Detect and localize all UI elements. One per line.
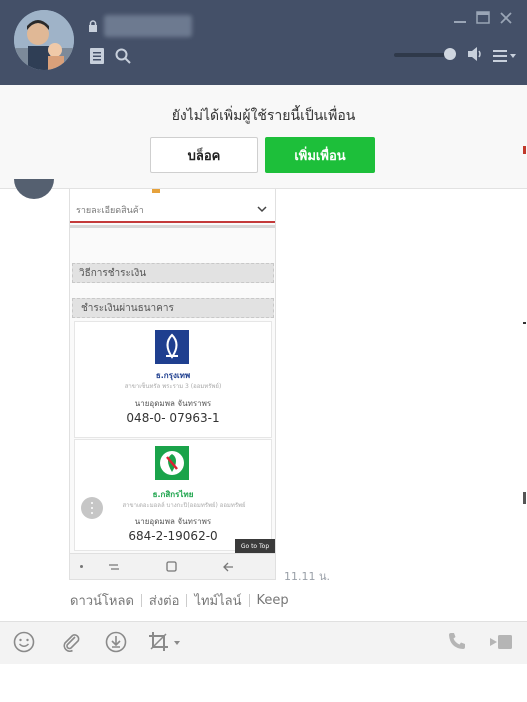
emoji-icon[interactable] xyxy=(13,631,35,657)
message-timestamp: 11.11 น. xyxy=(284,570,331,583)
bank-transfer-header: ชำระเงินผ่านธนาคาร xyxy=(72,298,274,318)
attachment-icon[interactable] xyxy=(60,631,82,657)
bank1-holder: นายอุดมพล จันทราพร xyxy=(134,399,212,408)
divider xyxy=(140,594,142,607)
sender-avatar[interactable] xyxy=(14,179,54,199)
search-icon[interactable] xyxy=(115,48,131,68)
speaker-icon[interactable] xyxy=(467,46,483,65)
image-message[interactable]: รายละเอียดสินค้า วิธีการชำระเงิน ชำระเงิ… xyxy=(69,189,276,580)
chat-header xyxy=(0,0,527,85)
divider xyxy=(70,225,275,228)
voice-call-icon[interactable] xyxy=(447,631,467,655)
bank-transfer-label: ชำระเงินผ่านธนาคาร xyxy=(81,303,174,314)
lock-icon xyxy=(88,17,98,36)
minimize-icon[interactable] xyxy=(453,10,467,24)
message-toolbar xyxy=(0,621,527,665)
bangkok-bank-card: ธ.กรุงเทพ สาขาเซ็นทรัล พระราม 3 (ออมทรัพ… xyxy=(74,321,272,438)
product-details-dropdown: รายละเอียดสินค้า xyxy=(70,199,275,223)
screenshot-crop-icon[interactable] xyxy=(148,631,182,657)
bank1-account: 048-0- 07963-1 xyxy=(126,411,220,425)
bank2-branch: สาขาเดอะมอลล์ บางกะปิ(ออมทรัพย์) ออมทรัพ… xyxy=(122,502,246,509)
bank2-holder: นายอุดมพล จันทราพร xyxy=(134,517,212,526)
contact-name xyxy=(104,15,192,37)
keep-link[interactable]: Keep xyxy=(257,593,289,608)
maximize-icon[interactable] xyxy=(476,10,490,24)
more-options-icon xyxy=(81,497,103,519)
photo-top-strip xyxy=(70,189,275,199)
chat-area: รายละเอียดสินค้า วิธีการชำระเงิน ชำระเงิ… xyxy=(0,179,527,621)
edge-artifact xyxy=(523,146,526,154)
bank1-branch: สาขาเซ็นทรัล พระราม 3 (ออมทรัพย์) xyxy=(124,383,222,390)
notes-icon[interactable] xyxy=(90,48,104,68)
video-call-icon[interactable] xyxy=(490,633,514,655)
menu-icon[interactable] xyxy=(493,47,517,66)
avatar-photo xyxy=(14,10,74,70)
phone-nav-bar xyxy=(70,553,275,579)
bangkok-bank-logo-icon xyxy=(155,330,189,364)
kasikorn-bank-logo-icon xyxy=(155,446,189,480)
home-icon xyxy=(166,561,177,572)
contact-avatar[interactable] xyxy=(14,10,74,70)
divider xyxy=(248,594,250,607)
chevron-down-icon xyxy=(257,206,267,213)
kasikorn-bank-card: ธ.กสิกรไทย สาขาเดอะมอลล์ บางกะปิ(ออมทรัพ… xyxy=(74,439,272,551)
banner-message: ยังไม่ได้เพิ่มผู้ใช้รายนี้เป็นเพื่อน xyxy=(171,108,356,124)
back-icon xyxy=(223,562,233,572)
block-button[interactable]: บล็อค xyxy=(150,137,258,173)
volume-slider-handle[interactable] xyxy=(444,48,456,60)
edge-artifact xyxy=(523,322,526,324)
go-to-top-label: Go to Top xyxy=(235,539,275,553)
message-input[interactable] xyxy=(0,664,527,702)
timeline-link[interactable]: ไทม์ไลน์ xyxy=(194,590,241,611)
not-friend-banner: ยังไม่ได้เพิ่มผู้ใช้รายนี้เป็นเพื่อน บล็… xyxy=(0,85,527,189)
recent-apps-icon xyxy=(109,564,119,570)
download-circle-icon[interactable] xyxy=(105,631,127,657)
add-friend-button[interactable]: เพิ่มเพื่อน xyxy=(265,137,375,173)
payment-method-label: วิธีการชำระเงิน xyxy=(79,268,147,279)
edge-artifact xyxy=(523,492,526,504)
share-link[interactable]: ส่งต่อ xyxy=(149,590,180,611)
payment-method-header: วิธีการชำระเงิน xyxy=(72,263,274,283)
download-link[interactable]: ดาวน์โหลด xyxy=(70,590,134,611)
image-actions: ดาวน์โหลด ส่งต่อ ไทม์ไลน์ Keep xyxy=(70,590,289,611)
cart-icon xyxy=(152,189,160,193)
close-icon[interactable] xyxy=(499,10,513,24)
volume-slider[interactable] xyxy=(394,53,450,57)
divider xyxy=(186,594,188,607)
dot-icon xyxy=(80,565,83,568)
dropdown-text: รายละเอียดสินค้า xyxy=(76,206,144,216)
